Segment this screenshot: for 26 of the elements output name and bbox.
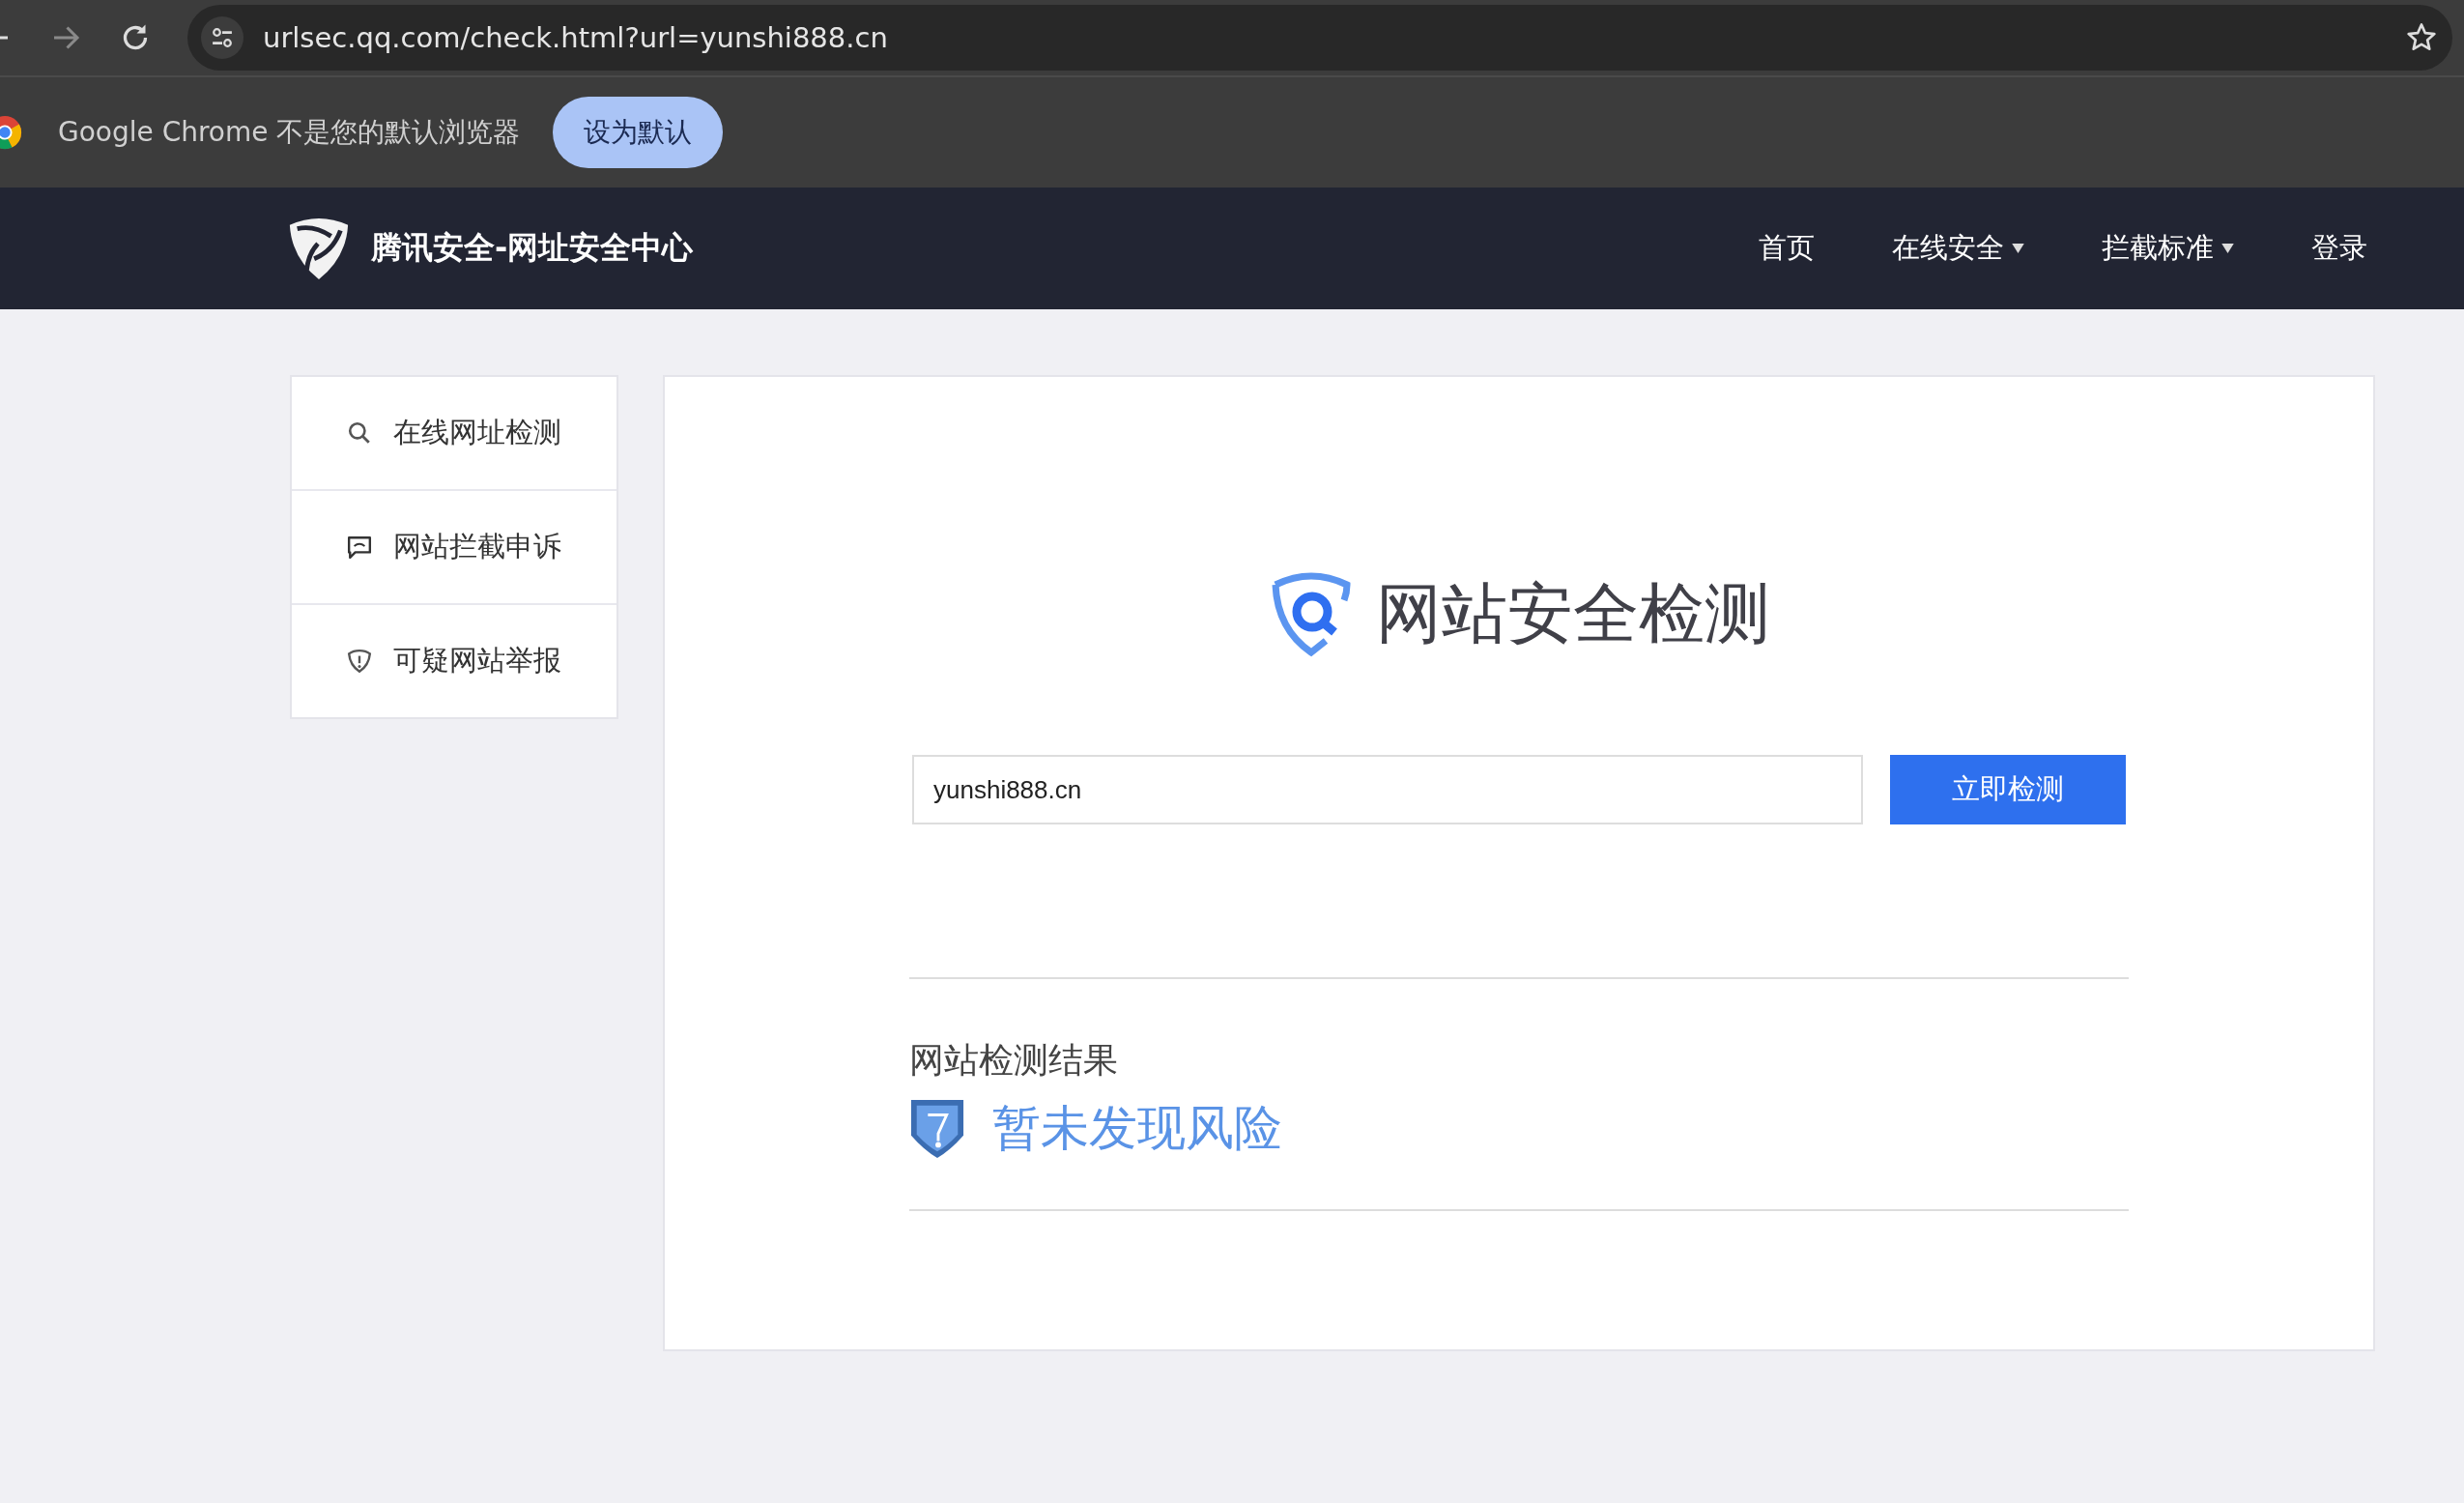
site-brand-title: 腾讯安全-网址安全中心 (371, 228, 694, 268)
url-input-field[interactable]: yunshi888.cn (912, 755, 1863, 824)
sidebar-item-label: 网站拦截申诉 (393, 529, 561, 564)
check-now-button[interactable]: 立即检测 (1890, 755, 2126, 824)
caret-icon (2012, 244, 2024, 253)
sidebar-item[interactable]: 网站拦截申诉 (292, 491, 616, 605)
sidebar-item-label: 在线网址检测 (393, 415, 561, 450)
speech-bubble-icon (347, 535, 372, 560)
sidebar-item[interactable]: 可疑网站举报 (292, 605, 616, 717)
shield-question-icon (909, 1097, 965, 1160)
nav-link[interactable]: 登录 (2311, 229, 2367, 268)
nav-link[interactable]: 在线安全 (1892, 229, 2024, 268)
result-status: 暂未发现风险 (992, 1099, 1282, 1158)
nav-link[interactable]: 首页 (1759, 229, 1815, 268)
set-default-button[interactable]: 设为默认 (553, 97, 724, 168)
site-settings-icon[interactable] (201, 16, 244, 59)
search-icon (347, 420, 372, 446)
nav-link[interactable]: 拦截标准 (2102, 229, 2234, 268)
address-bar[interactable]: urlsec.qq.com/check.html?url=yunshi888.cn (187, 5, 2452, 71)
page-title: 网站安全检测 (1376, 574, 1770, 653)
sidebar-item[interactable]: 在线网址检测 (292, 377, 616, 491)
shield-exclamation-icon (347, 649, 372, 674)
caret-icon (2221, 244, 2234, 253)
default-browser-message: Google Chrome 不是您的默认浏览器 (58, 115, 521, 150)
sidebar-item-label: 可疑网站举报 (393, 643, 561, 679)
result-heading: 网站检测结果 (909, 1039, 1119, 1082)
